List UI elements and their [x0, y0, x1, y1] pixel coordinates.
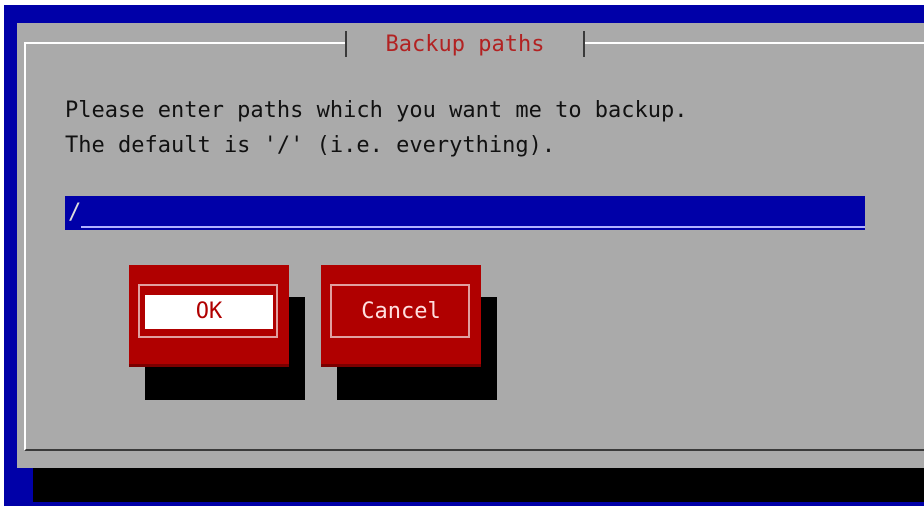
cancel-button-label: Cancel — [361, 299, 441, 324]
title-right-divider — [583, 31, 585, 57]
dialog-shadow — [33, 468, 924, 502]
dialog-title-box: Backup paths — [345, 27, 585, 57]
ok-button-label: OK — [145, 295, 273, 329]
dialog-title: Backup paths — [385, 32, 545, 57]
input-underline — [81, 226, 865, 228]
message-line-1: Please enter paths which you want me to … — [65, 98, 688, 123]
backup-paths-input[interactable] — [65, 196, 865, 230]
message-line-2: The default is '/' (i.e. everything). — [65, 133, 556, 158]
ok-button[interactable]: OK — [129, 265, 289, 367]
backup-paths-dialog: Backup paths Please enter paths which yo… — [17, 23, 924, 468]
cancel-button[interactable]: Cancel — [321, 265, 481, 367]
